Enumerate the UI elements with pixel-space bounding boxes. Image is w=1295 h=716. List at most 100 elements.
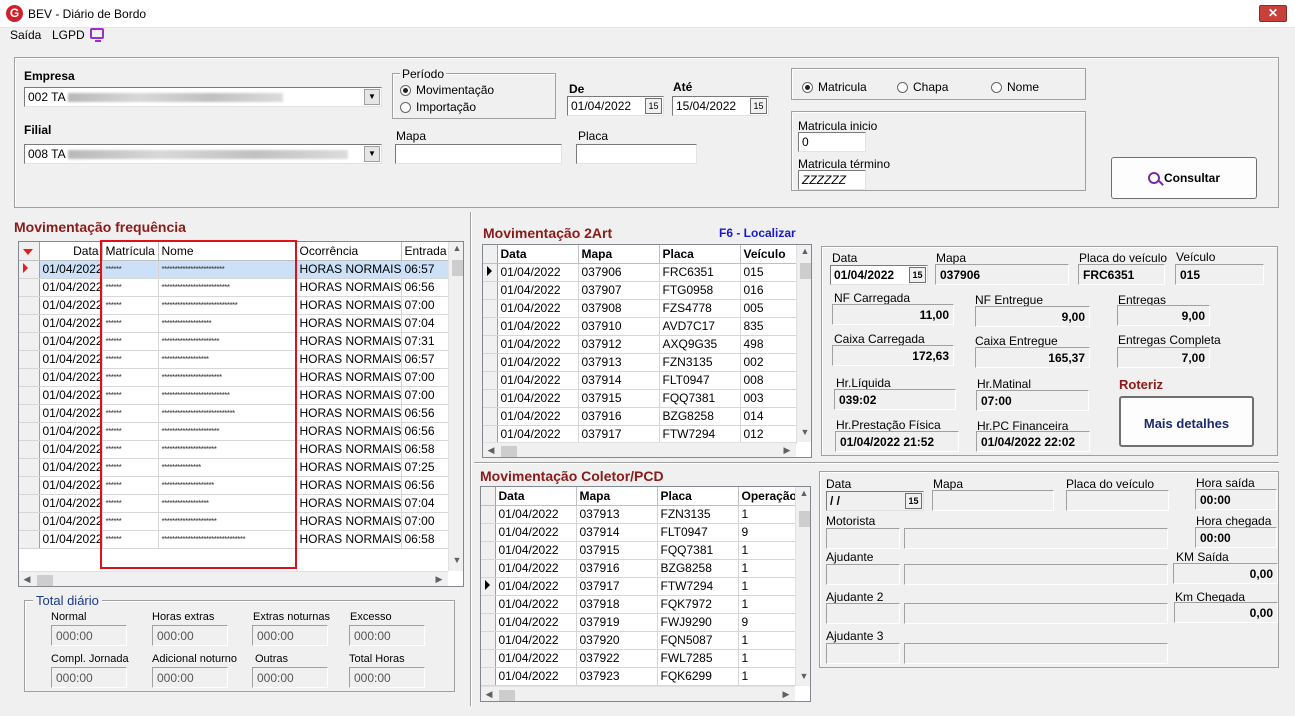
art-vscroll[interactable]: ▲ ▼ [796,245,811,442]
table-row[interactable]: 01/04/2022 037920 FQN5087 1 [481,631,796,650]
row-indicator[interactable] [483,317,498,336]
col-data[interactable]: Data [495,487,577,506]
row-indicator[interactable] [481,505,496,524]
col-entrada[interactable]: Entrada [401,242,449,261]
empresa-select[interactable]: 002 TA ▼ [24,87,382,107]
row-indicator[interactable] [481,613,496,632]
art-data-field[interactable]: 01/04/2022 15 [830,265,928,285]
row-indicator[interactable] [483,281,498,300]
radio-matricula[interactable]: Matricula [802,80,867,94]
row-indicator[interactable] [19,458,40,477]
row-indicator[interactable] [19,332,40,351]
col-data-field[interactable]: / /15 [826,491,924,511]
table-row[interactable]: 01/04/2022 037916 BZG8258 1 [481,559,796,578]
col-data[interactable]: Data [497,245,579,264]
table-row[interactable]: 01/04/2022 037906 FRC6351 015 [483,263,797,282]
row-indicator[interactable] [481,523,496,542]
freq-vscroll[interactable]: ▲ ▼ [448,242,463,571]
col-ocorrencia[interactable]: Ocorrência [296,242,402,261]
table-row[interactable]: 01/04/2022 037922 FWL7285 1 [481,649,796,668]
table-row[interactable]: 01/04/2022 037912 AXQ9G35 498 [483,335,797,354]
row-indicator[interactable] [19,440,40,459]
row-indicator[interactable] [481,595,496,614]
row-indicator[interactable] [483,353,498,372]
coletor-grid[interactable]: Data Mapa Placa Operação 01/04/2022 03791… [480,486,811,702]
table-row[interactable]: 01/04/2022 037916 BZG8258 014 [483,407,797,426]
table-row[interactable]: 01/04/2022 037914 FLT0947 9 [481,523,796,542]
calendar-icon[interactable]: 15 [905,493,922,509]
row-indicator[interactable] [19,368,40,387]
calendar-icon[interactable]: 15 [645,98,662,114]
freq-hscroll[interactable]: ◀ ▶ [19,571,448,586]
coletor-vscroll[interactable]: ▲ ▼ [795,487,810,686]
table-row[interactable]: 01/04/2022 037917 FTW7294 012 [483,425,797,444]
de-date-field[interactable]: 01/04/2022 15 [567,96,664,116]
art-hscroll[interactable]: ◀ ▶ [483,442,796,457]
table-row[interactable]: 01/04/2022 037908 FZS4778 005 [483,299,797,318]
row-indicator[interactable] [483,335,498,354]
row-indicator[interactable] [19,404,40,423]
monitor-icon[interactable] [90,28,104,42]
mapa-input[interactable] [395,144,562,164]
consultar-button[interactable]: Consultar [1111,157,1257,199]
row-indicator[interactable] [483,371,498,390]
close-button[interactable]: ✕ [1259,5,1287,22]
calendar-icon[interactable]: 15 [909,267,926,283]
row-indicator[interactable] [19,386,40,405]
col-veiculo[interactable]: Veículo [740,245,797,264]
row-indicator[interactable] [481,667,496,686]
row-indicator[interactable] [483,389,498,408]
col-mapa[interactable]: Mapa [578,245,660,264]
col-mapa[interactable]: Mapa [576,487,658,506]
chevron-down-icon[interactable]: ▼ [364,146,380,162]
radio-movimentacao[interactable]: Movimentação [400,83,494,97]
row-indicator[interactable] [19,422,40,441]
row-indicator[interactable] [19,314,40,333]
table-row[interactable]: 01/04/2022 037915 FQQ7381 003 [483,389,797,408]
table-row[interactable]: 01/04/2022 037907 FTG0958 016 [483,281,797,300]
menu-lgpd[interactable]: LGPD [52,28,85,42]
menu-saida[interactable]: Saída [10,28,41,42]
placa-input[interactable] [576,144,697,164]
row-indicator[interactable] [481,649,496,668]
table-row[interactable]: 01/04/2022 037919 FWJ9290 9 [481,613,796,632]
table-row[interactable]: 01/04/2022 037910 AVD7C17 835 [483,317,797,336]
col-placa[interactable]: Placa [657,487,739,506]
ate-date-field[interactable]: 15/04/2022 15 [672,96,769,116]
row-indicator[interactable] [19,476,40,495]
row-indicator[interactable] [481,577,496,596]
table-row[interactable]: 01/04/2022 037917 FTW7294 1 [481,577,796,596]
row-indicator[interactable] [483,299,498,318]
table-row[interactable]: 01/04/2022 037918 FQK7972 1 [481,595,796,614]
col-placa[interactable]: Placa [659,245,741,264]
chevron-down-icon[interactable]: ▼ [364,89,380,105]
radio-importacao[interactable]: Importação [400,100,476,114]
calendar-icon[interactable]: 15 [750,98,767,114]
row-indicator[interactable] [19,494,40,513]
row-indicator[interactable] [483,425,498,444]
filial-select[interactable]: 008 TA ▼ [24,144,382,164]
row-indicator[interactable] [19,350,40,369]
col-data[interactable]: Data [39,242,103,261]
sort-indicator[interactable] [19,242,40,261]
row-indicator[interactable] [19,278,40,297]
matricula-inicio-input[interactable]: 0 [798,132,866,152]
table-row[interactable]: 01/04/2022 037913 FZN3135 1 [481,505,796,524]
radio-nome[interactable]: Nome [991,80,1039,94]
table-row[interactable]: 01/04/2022 037913 FZN3135 002 [483,353,797,372]
row-indicator[interactable] [481,541,496,560]
table-row[interactable]: 01/04/2022 037914 FLT0947 008 [483,371,797,390]
col-operacao[interactable]: Operação [738,487,796,506]
row-indicator[interactable] [481,559,496,578]
table-row[interactable]: 01/04/2022 037915 FQQ7381 1 [481,541,796,560]
mais-detalhes-button[interactable]: Mais detalhes [1119,396,1254,447]
coletor-hscroll[interactable]: ◀ ▶ [481,686,795,701]
row-indicator[interactable] [19,530,40,549]
row-indicator[interactable] [19,512,40,531]
row-indicator[interactable] [483,407,498,426]
row-indicator[interactable] [483,263,498,282]
row-indicator[interactable] [481,631,496,650]
radio-chapa[interactable]: Chapa [897,80,948,94]
art-grid[interactable]: Data Mapa Placa Veículo 01/04/2022 037906… [482,244,812,458]
row-indicator[interactable] [19,296,40,315]
